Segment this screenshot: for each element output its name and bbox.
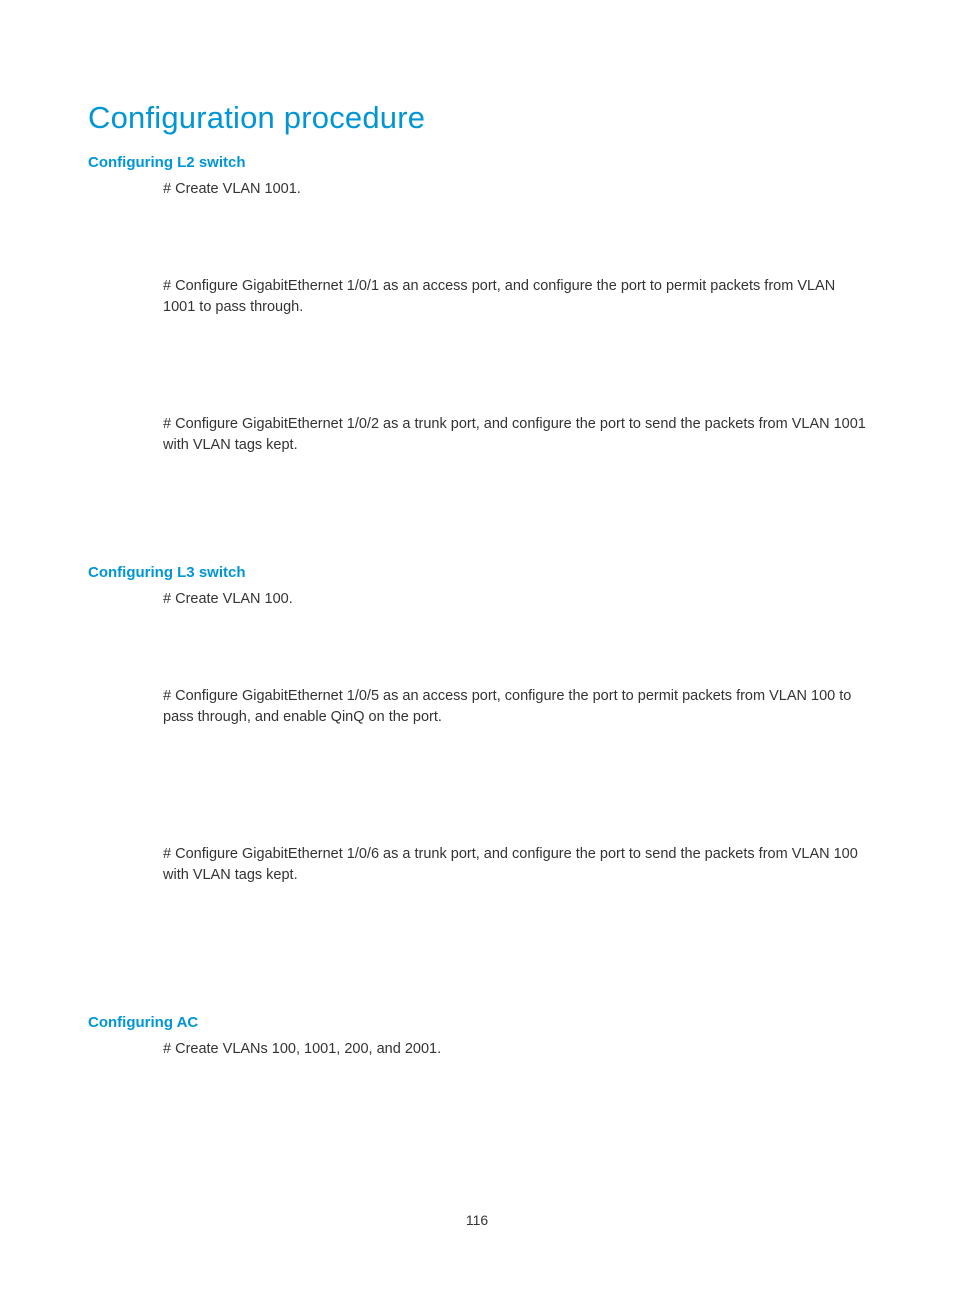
- body-text: # Create VLAN 100.: [163, 589, 866, 610]
- subheading-l3: Configuring L3 switch: [88, 564, 866, 581]
- page-title: Configuration procedure: [88, 100, 866, 136]
- spacer: [88, 200, 866, 270]
- body-text: # Create VLANs 100, 1001, 200, and 2001.: [163, 1039, 866, 1060]
- spacer: [88, 728, 866, 838]
- spacer: [88, 886, 866, 996]
- body-text: # Configure GigabitEthernet 1/0/2 as a t…: [163, 414, 866, 456]
- spacer: [88, 318, 866, 408]
- spacer: [88, 456, 866, 546]
- page-content: Configuration procedure Configuring L2 s…: [0, 0, 954, 1060]
- subheading-l2: Configuring L2 switch: [88, 154, 866, 171]
- body-text: # Configure GigabitEthernet 1/0/6 as a t…: [163, 844, 866, 886]
- subheading-ac: Configuring AC: [88, 1014, 866, 1031]
- page-number: 116: [0, 1212, 954, 1228]
- body-text: # Create VLAN 1001.: [163, 179, 866, 200]
- spacer: [88, 610, 866, 680]
- body-text: # Configure GigabitEthernet 1/0/5 as an …: [163, 686, 866, 728]
- body-text: # Configure GigabitEthernet 1/0/1 as an …: [163, 276, 866, 318]
